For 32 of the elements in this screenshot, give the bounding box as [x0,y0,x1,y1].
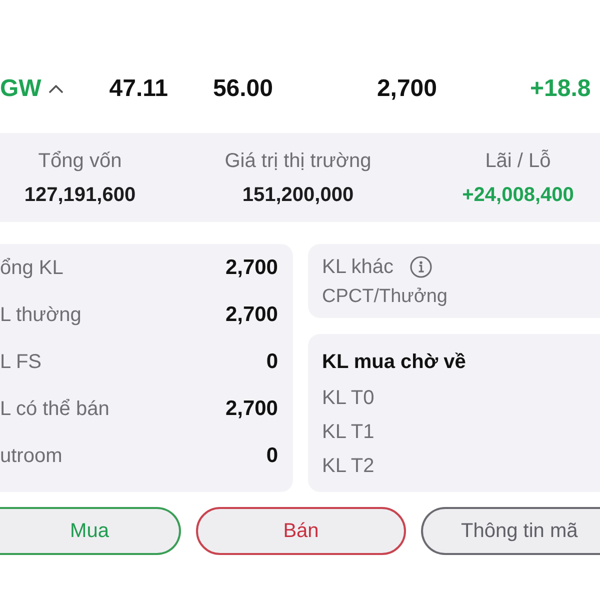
volume-value: 2,700 [225,302,278,328]
volume-value: 2,700 [225,396,278,422]
pending-volume-label: KL T0 [322,386,374,411]
stock-symbol[interactable]: GW [0,74,42,104]
pending-volume-label: KL T1 [322,420,374,445]
summary-label: Lãi / Lỗ [485,148,551,174]
volume-label: L FS [0,350,42,374]
summary-label: Giá trị thị trường [224,149,372,174]
summary-value: 127,191,600 [24,183,136,208]
buy-button[interactable]: Mua [0,507,181,555]
volume-label: L thường [0,302,82,328]
other-volume-title: KL khác [322,255,394,280]
price-change: +18.8 [530,74,591,104]
stock-info-button[interactable]: Thông tin mã [421,507,600,555]
summary-label: Tổng vốn [38,149,122,174]
volume-value: 2,700 [225,254,278,280]
volume-label: L có thể bán [0,396,110,422]
pending-volume-label: KL T2 [322,454,374,479]
quote-value: 2,700 [376,74,437,104]
info-icon[interactable] [410,256,432,278]
other-volume-note: CPCT/Thưởng [322,285,448,309]
quote-value: 56.00 [212,74,273,104]
volume-label: ổng KL [0,256,64,280]
sell-button[interactable]: Bán [196,507,406,555]
volume-value: 0 [266,442,278,468]
quote-value: 47.11 [109,74,168,104]
summary-value: 151,200,000 [242,183,354,208]
summary-value: +24,008,400 [462,183,574,208]
pending-buy-title: KL mua chờ về [322,350,466,375]
volume-value: 0 [266,348,278,374]
volume-label: utroom [0,444,62,468]
caret-icon[interactable] [49,85,64,93]
